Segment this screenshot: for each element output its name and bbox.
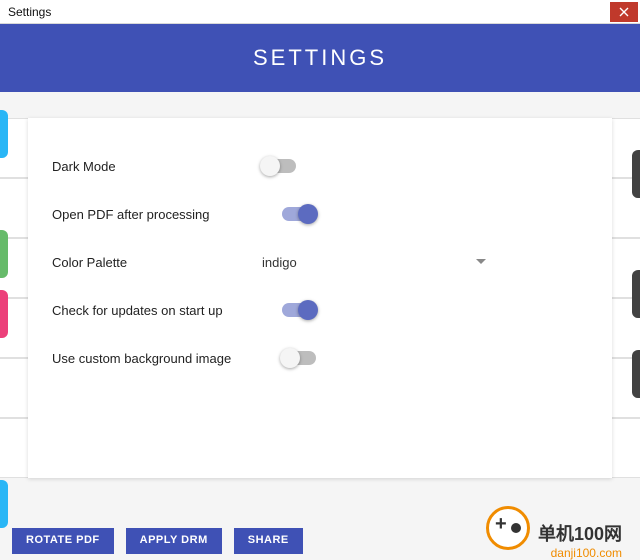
- setting-row-dark-mode: Dark Mode: [52, 142, 588, 190]
- close-button[interactable]: [610, 2, 638, 22]
- setting-row-open-pdf: Open PDF after processing: [52, 190, 588, 238]
- setting-label: Use custom background image: [52, 351, 282, 366]
- check-updates-toggle[interactable]: [282, 303, 316, 317]
- window-title-bar: Settings: [0, 0, 640, 24]
- watermark-logo-icon: [486, 506, 530, 550]
- bg-button: SHARE: [234, 528, 303, 554]
- setting-label: Open PDF after processing: [52, 207, 282, 222]
- setting-row-check-updates: Check for updates on start up: [52, 286, 588, 334]
- window-title: Settings: [8, 5, 51, 19]
- dialog-header: SETTINGS: [0, 24, 640, 92]
- custom-bg-toggle[interactable]: [282, 351, 316, 365]
- setting-label: Check for updates on start up: [52, 303, 282, 318]
- setting-label: Color Palette: [52, 255, 262, 270]
- dialog-title: SETTINGS: [253, 45, 387, 71]
- close-icon: [619, 7, 629, 17]
- bg-button: ROTATE PDF: [12, 528, 114, 554]
- select-value: indigo: [262, 249, 492, 276]
- dark-mode-toggle[interactable]: [262, 159, 296, 173]
- setting-label: Dark Mode: [52, 159, 262, 174]
- watermark-text: 单机100网: [538, 520, 622, 546]
- setting-row-custom-bg: Use custom background image: [52, 334, 588, 382]
- chevron-down-icon: [476, 259, 486, 264]
- color-palette-select[interactable]: indigo: [262, 249, 492, 276]
- watermark-url: danji100.com: [551, 546, 622, 560]
- bg-button: APPLY DRM: [126, 528, 222, 554]
- settings-card: Dark Mode Open PDF after processing Colo…: [28, 118, 612, 478]
- open-pdf-toggle[interactable]: [282, 207, 316, 221]
- setting-row-color-palette: Color Palette indigo: [52, 238, 588, 286]
